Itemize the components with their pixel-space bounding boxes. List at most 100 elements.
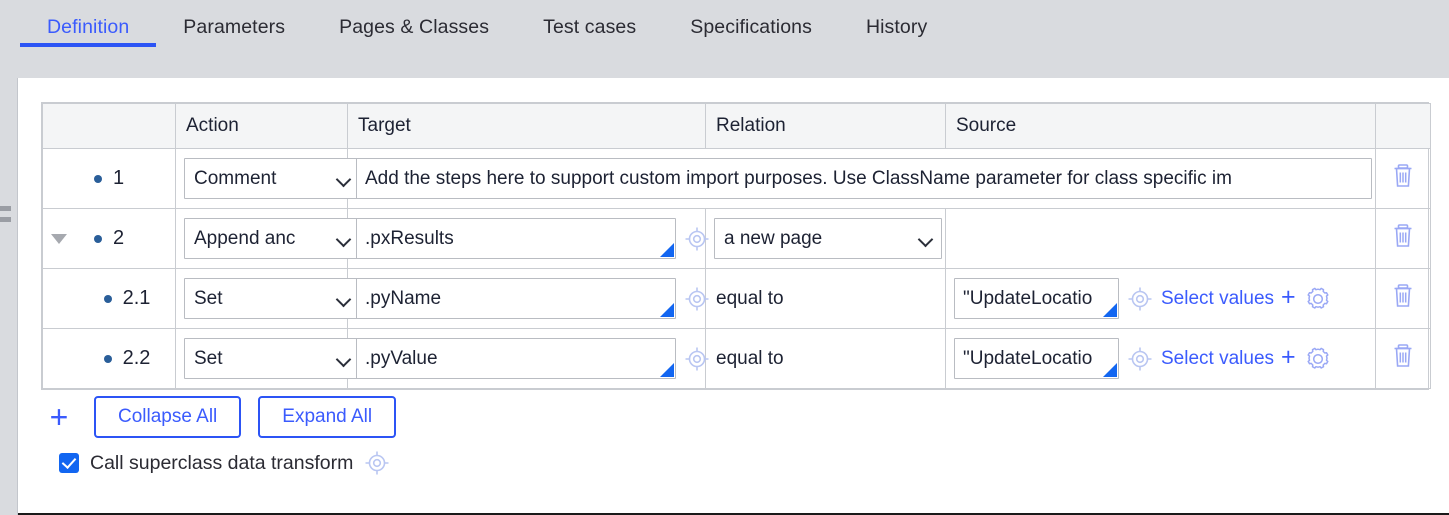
action-select[interactable]: Set: [184, 338, 360, 379]
steps-table: Action Target Relation Source 1 Comment …: [42, 103, 1431, 389]
trash-icon[interactable]: [1390, 162, 1416, 190]
source-picker-crosshair-icon[interactable]: [1127, 286, 1153, 312]
table-row: 1 Comment: [42, 148, 1431, 209]
plus-icon: +: [1281, 283, 1296, 311]
column-header-action: Action: [175, 103, 348, 149]
step-bullet-icon: [93, 174, 102, 183]
call-superclass-checkbox[interactable]: [59, 453, 79, 473]
tab-definition-label: Definition: [47, 16, 130, 38]
select-values-link[interactable]: Select values +: [1161, 283, 1296, 311]
row-number-cell: 2.2: [42, 328, 176, 389]
source-input-wrap: [954, 338, 1119, 379]
target-input[interactable]: [356, 278, 676, 319]
relation-cell: equal to: [705, 328, 946, 389]
target-cell: [347, 268, 709, 329]
action-select[interactable]: Append anc: [184, 218, 360, 259]
target-cell-inner: [348, 338, 709, 379]
target-input[interactable]: [356, 218, 676, 259]
tab-list: Definition Parameters Pages & Classes Te…: [0, 0, 1449, 78]
action-select-wrap: Set: [184, 278, 360, 319]
row-number-cell: 2.1: [42, 268, 176, 329]
left-rail: [0, 78, 18, 515]
row-number-wrap: 2.2: [43, 329, 175, 388]
source-input[interactable]: [954, 338, 1119, 379]
action-cell-inner: Comment: [176, 158, 360, 199]
relation-cell: equal to: [705, 268, 946, 329]
row-number-cell: 1: [42, 148, 176, 209]
action-select[interactable]: Set: [184, 278, 360, 319]
row-number-wrap: 1: [43, 149, 175, 208]
select-values-label: Select values: [1161, 287, 1275, 309]
row-number-wrap: 2.1: [43, 269, 175, 328]
tab-bar: Definition Parameters Pages & Classes Te…: [0, 0, 1449, 78]
table-row: 2 Append anc .pxResults a new page: [42, 208, 1431, 269]
target-picker-crosshair-icon[interactable]: [684, 226, 710, 252]
relation-text: equal to: [716, 347, 784, 369]
add-row-button[interactable]: +: [41, 399, 77, 435]
action-cell-inner: Set: [176, 338, 360, 379]
column-header-relation: Relation: [705, 103, 946, 149]
source-picker-crosshair-icon[interactable]: [1127, 346, 1153, 372]
step-bullet-icon: [93, 234, 102, 243]
relation-cell: a new page: [705, 208, 946, 269]
comment-input[interactable]: [356, 158, 1372, 199]
plus-icon: +: [1281, 343, 1296, 371]
tab-definition[interactable]: Definition: [20, 0, 157, 78]
table-header-row: Action Target Relation Source: [42, 103, 1431, 149]
table-row: 2.1 Set .pyName equal to "UpdateLocatio …: [42, 268, 1431, 329]
steps-grid: Action Target Relation Source 1 Comment …: [41, 102, 1431, 390]
relation-cell-inner: a new page: [706, 218, 945, 259]
tab-pages-and-classes-label: Pages & Classes: [339, 16, 490, 38]
gear-icon[interactable]: [1304, 285, 1332, 313]
call-superclass-label: Call superclass data transform: [90, 451, 354, 474]
target-input[interactable]: [356, 338, 676, 379]
tab-test-cases[interactable]: Test cases: [516, 0, 663, 78]
target-picker-crosshair-icon[interactable]: [684, 346, 710, 372]
relation-select[interactable]: a new page: [714, 218, 942, 259]
comment-cell: [347, 148, 1376, 209]
column-header-number: [42, 103, 176, 149]
tab-history[interactable]: History: [839, 0, 954, 78]
delete-cell: [1375, 268, 1431, 329]
splitter-grip-handle[interactable]: [0, 206, 11, 232]
target-cell-inner: [348, 278, 709, 319]
trash-icon[interactable]: [1390, 342, 1416, 370]
target-cell: [347, 328, 709, 389]
trash-icon[interactable]: [1390, 222, 1416, 250]
action-cell: Set: [175, 268, 360, 329]
source-input[interactable]: [954, 278, 1119, 319]
comment-cell-inner: [348, 158, 1375, 199]
action-select-wrap: Set: [184, 338, 360, 379]
definition-panel: Action Target Relation Source 1 Comment …: [19, 78, 1449, 513]
source-cell-inner: Select values +: [946, 338, 1375, 379]
call-superclass-crosshair-icon[interactable]: [364, 450, 390, 476]
tab-specifications[interactable]: Specifications: [663, 0, 839, 78]
step-bullet-icon: [103, 294, 112, 303]
target-input-wrap: [356, 338, 676, 379]
select-values-link[interactable]: Select values +: [1161, 343, 1296, 371]
call-superclass-row: Call superclass data transform: [59, 450, 390, 476]
row-number-label: 2: [112, 227, 125, 249]
source-cell: [945, 208, 1376, 269]
source-cell-inner: Select values +: [946, 278, 1375, 319]
column-header-target: Target: [347, 103, 706, 149]
relation-select-wrap: a new page: [714, 218, 942, 259]
trash-icon[interactable]: [1390, 282, 1416, 310]
tab-pages-and-classes[interactable]: Pages & Classes: [312, 0, 516, 78]
step-bullet-icon: [103, 354, 112, 363]
target-input-wrap: [356, 218, 676, 259]
action-select-wrap: Comment: [184, 158, 360, 199]
collapse-caret-icon[interactable]: [51, 233, 67, 244]
tab-parameters-label: Parameters: [183, 16, 286, 38]
tab-parameters[interactable]: Parameters: [156, 0, 312, 78]
action-select[interactable]: Comment: [184, 158, 360, 199]
target-cell-inner: [348, 218, 709, 259]
action-select-wrap: Append anc: [184, 218, 360, 259]
gear-icon[interactable]: [1304, 345, 1332, 373]
collapse-all-button[interactable]: Collapse All: [94, 396, 242, 438]
expand-all-button[interactable]: Expand All: [258, 396, 397, 438]
column-header-delete: [1375, 103, 1431, 149]
tab-specifications-label: Specifications: [690, 16, 812, 38]
grip-bar: [0, 217, 11, 222]
target-picker-crosshair-icon[interactable]: [684, 286, 710, 312]
